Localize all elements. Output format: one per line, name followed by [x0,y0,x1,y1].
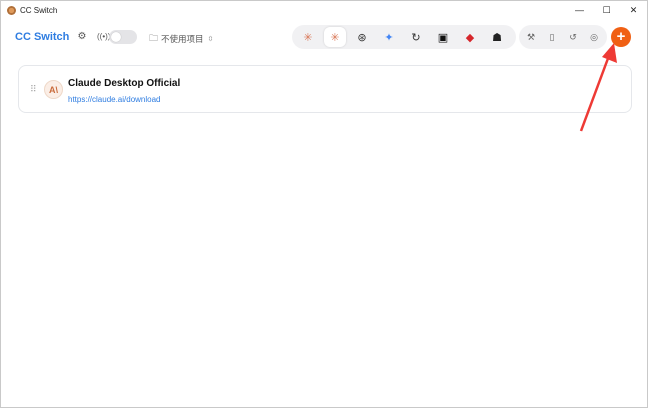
square-app-icon: ▣ [437,31,449,44]
claude-code-icon: ✳ [303,31,313,44]
drag-handle-icon[interactable]: ⠿ [30,84,37,95]
annotation-arrow-shaft [579,52,612,132]
app-codex-button[interactable]: ⊛ [351,27,373,47]
openai-icon: ⊛ [357,31,367,44]
app-refresh-button[interactable]: ↻ [405,27,427,47]
app-ruby-button[interactable]: ◆ [459,27,481,47]
app-window: CC Switch — ☐ ✕ CC Switch ⚙ ((•)) 🗀 不使用项… [0,0,648,408]
tools-button[interactable]: ⚒ [522,28,540,46]
claude-desktop-icon: ✳ [330,31,340,44]
wrench-icon: ⚒ [526,31,536,42]
app-claude-code-button[interactable]: ✳ [297,27,319,47]
provider-card[interactable]: ⠿ A\ Claude Desktop Official https://cla… [18,65,632,113]
window-title: CC Switch [20,5,58,15]
app-claude-desktop-button[interactable]: ✳ [324,27,346,47]
brand-title[interactable]: CC Switch [15,31,69,43]
mascot-app-icon: ☗ [492,31,502,44]
docs-button[interactable]: ▯ [543,28,561,46]
app-switcher: ✳ ✳ ⊛ ✦ ↻ ▣ ◆ ☗ [292,25,516,49]
ruby-app-icon: ◆ [465,31,475,44]
project-selector[interactable]: 🗀 不使用项目 ⇳ [149,31,213,47]
annotation-arrow-head [602,43,617,63]
app-mascot-button[interactable]: ☗ [486,27,508,47]
app-gemini-button[interactable]: ✦ [378,27,400,47]
proxy-toggle[interactable] [109,30,137,44]
provider-url-link[interactable]: https://claude.ai/download [68,95,161,104]
settings-gear-icon[interactable]: ⚙ [76,31,88,43]
project-label: 不使用项目 [161,34,204,44]
provider-name: Claude Desktop Official [68,78,181,89]
close-button[interactable]: ✕ [620,1,647,19]
annotation-arrow-icon [579,43,617,132]
chevron-updown-icon: ⇳ [207,36,214,43]
gemini-icon: ✦ [384,31,394,44]
folder-icon: 🗀 [149,33,159,43]
claude-logo-icon: A\ [44,80,63,99]
window-controls: — ☐ ✕ [566,1,647,19]
maximize-button[interactable]: ☐ [593,1,620,19]
book-icon: ▯ [549,31,555,42]
minimize-button[interactable]: — [566,1,593,19]
title-bar: CC Switch — ☐ ✕ [1,1,647,19]
refresh-app-icon: ↻ [411,31,421,44]
app-square-button[interactable]: ▣ [432,27,454,47]
toggle-knob [111,32,121,42]
app-logo-icon [7,5,16,15]
